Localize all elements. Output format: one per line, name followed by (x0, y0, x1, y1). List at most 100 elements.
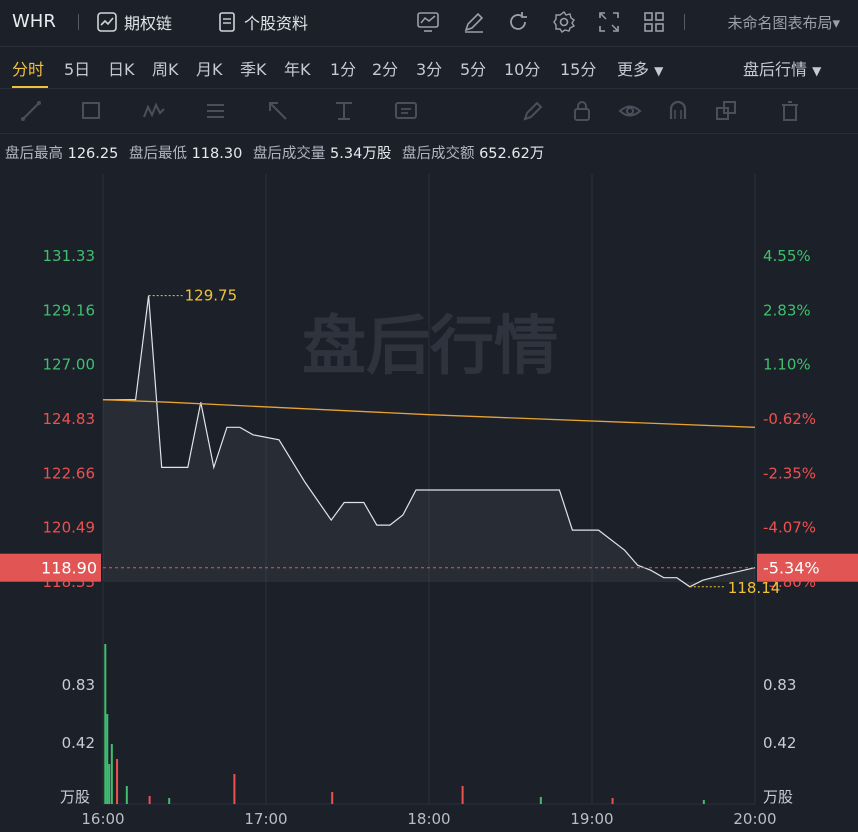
layers-icon[interactable] (714, 99, 740, 123)
pct-tick-label: 1.10% (763, 356, 811, 374)
separator (78, 14, 79, 30)
volume-value: 5.34万股 (330, 146, 392, 162)
volume-label: 盘后成交量 (252, 146, 326, 162)
volume-tick-label-right: 0.83 (763, 676, 796, 694)
eye-icon[interactable] (618, 99, 644, 123)
volume-bar (110, 744, 113, 804)
ticker-symbol[interactable]: WHR (12, 11, 56, 32)
fullscreen-icon[interactable] (597, 10, 621, 34)
pct-tick-label: -0.62% (763, 410, 816, 428)
indicator-icon[interactable] (416, 10, 440, 34)
tab-3min[interactable]: 3分 (416, 56, 442, 80)
volume-bar (108, 764, 111, 804)
volume-bar (168, 798, 171, 804)
gear-icon[interactable] (552, 10, 576, 34)
price-chart[interactable]: 盘后行情 16:00 17:00 18:00 19:00 20:00 131.33 4.55… (0, 164, 858, 832)
watermark: 盘后行情 (302, 310, 558, 384)
x-tick-label: 17:00 (244, 810, 287, 828)
amount-label: 盘后成交额 (401, 146, 475, 162)
x-tick-label: 20:00 (733, 810, 776, 828)
tab-quarterly[interactable]: 季K (240, 56, 267, 80)
volume-bar (331, 792, 334, 804)
tab-2min[interactable]: 2分 (372, 56, 398, 80)
volume-bar (104, 644, 107, 804)
fib-tool-icon[interactable] (204, 99, 230, 123)
volume-bar (106, 714, 109, 804)
document-icon (219, 12, 235, 32)
volume-bar (116, 759, 119, 804)
volume-bar (539, 797, 542, 804)
tab-yearly[interactable]: 年K (284, 56, 311, 80)
refresh-icon[interactable] (506, 10, 530, 34)
max-price-label: 129.75 (185, 287, 238, 305)
arrow-tool-icon[interactable] (266, 99, 292, 123)
volume-tick-label: 0.42 (62, 734, 95, 752)
pct-tick-label: 4.55% (763, 247, 811, 265)
high-label: 盘后最高 (5, 146, 63, 162)
pct-tick-label: -4.07% (763, 519, 816, 537)
tab-15min[interactable]: 15分 (560, 56, 596, 80)
tab-fenshi[interactable]: 分时 (12, 56, 44, 80)
more-label: 更多 (617, 60, 650, 79)
pct-tick-label: 2.83% (763, 301, 811, 319)
low-value: 118.30 (191, 146, 243, 162)
line-tool-icon[interactable] (20, 99, 46, 123)
current-pct-label: -5.34% (763, 559, 820, 578)
x-tick-label: 16:00 (81, 810, 124, 828)
x-tick-label: 18:00 (407, 810, 450, 828)
volume-tick-label: 0.83 (62, 676, 95, 694)
caret-down-icon: ▼ (654, 64, 664, 78)
volume-bar (125, 786, 128, 804)
high-value: 126.25 (67, 146, 119, 162)
session-dropdown[interactable]: 盘后行情 ▼ (743, 56, 821, 80)
after-hours-summary: 盘后最高 126.25 盘后最低 118.30 盘后成交量 5.34万股 盘后成… (5, 142, 550, 163)
draw-pen-icon[interactable] (462, 10, 486, 34)
volume-bar (148, 796, 151, 804)
options-chain-label: 期权链 (124, 14, 173, 33)
volume-tick-label-right: 0.42 (763, 734, 796, 752)
grid-layout-icon[interactable] (642, 10, 666, 34)
tab-weekly[interactable]: 周K (152, 56, 179, 80)
tab-1min[interactable]: 1分 (330, 56, 356, 80)
wave-tool-icon[interactable] (142, 99, 168, 123)
period-tabs: 分时 5日 日K 周K 月K 季K 年K 1分 2分 3分 5分 10分 15分… (0, 46, 858, 88)
price-tick-label: 120.49 (43, 519, 96, 537)
volume-bar (233, 774, 236, 804)
x-tick-label: 19:00 (570, 810, 613, 828)
session-label: 盘后行情 (743, 60, 808, 79)
amount-value: 652.62万 (479, 146, 545, 162)
layout-name: 未命名图表布局 (727, 14, 833, 32)
tab-more[interactable]: 更多 ▼ (617, 56, 663, 80)
caret-down-icon: ▾ (832, 14, 840, 32)
lock-icon[interactable] (570, 99, 596, 123)
caret-down-icon: ▼ (812, 64, 822, 78)
separator (684, 14, 685, 30)
rectangle-tool-icon[interactable] (80, 99, 106, 123)
trash-icon[interactable] (778, 99, 804, 123)
stock-info-label: 个股资料 (244, 14, 309, 33)
chart-box-icon (97, 12, 117, 32)
tab-monthly[interactable]: 月K (196, 56, 223, 80)
drawing-toolbar (0, 88, 858, 134)
tab-10min[interactable]: 10分 (504, 56, 540, 80)
volume-unit-label: 万股 (60, 788, 90, 806)
volume-bar (702, 800, 705, 804)
price-tick-label: 131.33 (43, 247, 96, 265)
pct-tick-label: -2.35% (763, 464, 816, 482)
price-tick-label: 127.00 (43, 356, 96, 374)
stock-info-button[interactable]: 个股资料 (216, 10, 308, 34)
top-toolbar: WHR 期权链 个股资料 未命名图表布局▾ (0, 0, 858, 47)
layout-dropdown[interactable]: 未命名图表布局▾ (727, 12, 840, 33)
volume-unit-label-right: 万股 (763, 788, 793, 806)
magnet-icon[interactable] (666, 99, 692, 123)
options-chain-button[interactable]: 期权链 (96, 10, 172, 34)
measure-tool-icon[interactable] (332, 99, 358, 123)
current-price-label: 118.90 (41, 559, 97, 578)
tab-5day[interactable]: 5日 (64, 56, 90, 80)
text-tool-icon[interactable] (394, 99, 420, 123)
volume-bar (611, 798, 614, 804)
tab-5min[interactable]: 5分 (460, 56, 486, 80)
tab-daily[interactable]: 日K (108, 56, 135, 80)
brush-tool-icon[interactable] (520, 99, 546, 123)
low-label: 盘后最低 (128, 146, 187, 162)
